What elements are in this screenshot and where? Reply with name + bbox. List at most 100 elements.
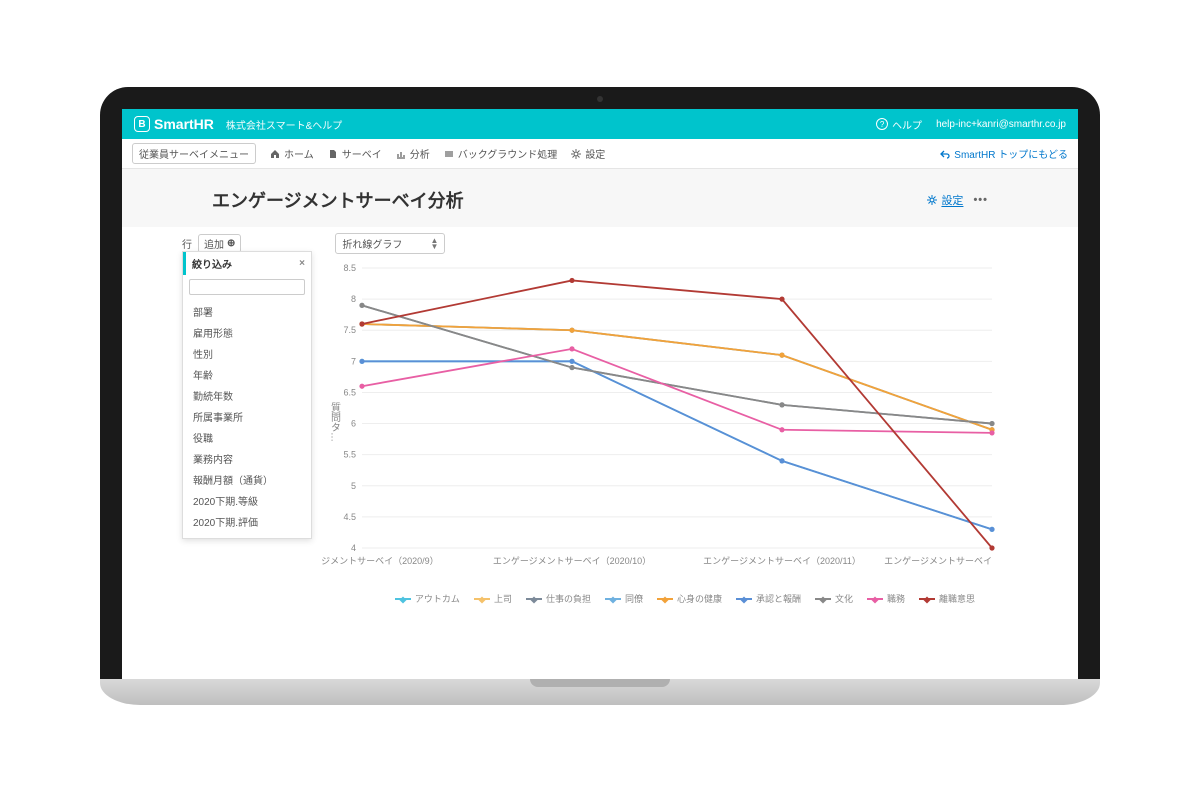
nav-survey-label: サーベイ xyxy=(342,146,382,161)
filter-option[interactable]: 役職 xyxy=(183,427,311,448)
svg-text:エンゲージメントサーベイ: エンゲージメントサーベイ xyxy=(884,555,992,566)
page-title: エンゲージメントサーベイ分析 xyxy=(212,187,464,213)
nav-background-label: バックグラウンド処理 xyxy=(458,146,558,161)
legend-label: 上司 xyxy=(494,592,512,605)
legend-item[interactable]: 職務 xyxy=(867,592,905,605)
row-label: 行 xyxy=(182,236,192,251)
legend-swatch-icon xyxy=(474,598,490,600)
camera-dot xyxy=(597,96,603,102)
legend-label: 心身の健康 xyxy=(677,592,722,605)
stack-icon xyxy=(444,149,454,159)
svg-text:質問タ…: 質問タ… xyxy=(329,401,341,442)
nav-home[interactable]: ホーム xyxy=(270,146,314,161)
chart-legend: アウトカム 上司 仕事の負担 同僚 心身の健康 承認と報酬 文化 職務 離職意思 xyxy=(322,592,1048,605)
nav-settings-label: 設定 xyxy=(585,146,605,161)
svg-text:4.5: 4.5 xyxy=(343,512,356,522)
legend-label: 同僚 xyxy=(625,592,643,605)
legend-item[interactable]: 心身の健康 xyxy=(657,592,722,605)
legend-label: 仕事の負担 xyxy=(546,592,591,605)
legend-swatch-icon xyxy=(919,598,935,600)
close-icon[interactable]: × xyxy=(299,258,305,269)
svg-text:4: 4 xyxy=(351,543,356,553)
svg-text:7.5: 7.5 xyxy=(343,325,356,335)
brand-badge-icon: B xyxy=(134,116,150,132)
filter-option[interactable]: 報酬月額（通貨） xyxy=(183,469,311,490)
legend-swatch-icon xyxy=(736,598,752,600)
filter-option[interactable]: 勤続年数 xyxy=(183,385,311,406)
select-updown-icon: ▲▼ xyxy=(430,238,438,250)
legend-item[interactable]: 仕事の負担 xyxy=(526,592,591,605)
laptop-base xyxy=(100,679,1100,705)
back-to-top-link[interactable]: SmartHR トップにもどる xyxy=(940,146,1068,161)
svg-text:6: 6 xyxy=(351,419,356,429)
nav-analysis-label: 分析 xyxy=(410,146,430,161)
filter-option[interactable]: 雇用形態 xyxy=(183,322,311,343)
legend-label: 離職意思 xyxy=(939,592,975,605)
legend-label: 職務 xyxy=(887,592,905,605)
more-menu-button[interactable]: ••• xyxy=(973,194,988,206)
chart-container: 4 4.5 5 5.5 6 6.5 7 7.5 8 8.5 エンゲージメントサーベイ（2020/9）… xyxy=(322,258,1048,588)
svg-text:8: 8 xyxy=(351,294,356,304)
company-name: 株式会社スマート&ヘルプ xyxy=(226,117,342,132)
help-icon: ? xyxy=(876,118,888,130)
svg-text:エンゲージメントサーベイ（2020/9）: エンゲージメントサーベイ（2020/9） xyxy=(322,555,439,566)
filter-search-input[interactable] xyxy=(189,279,305,295)
svg-text:エンゲージメントサーベイ（2020/11）: エンゲージメントサーベイ（2020/11） xyxy=(703,555,861,566)
legend-item[interactable]: 文化 xyxy=(815,592,853,605)
chart-icon xyxy=(396,149,406,159)
nav-settings[interactable]: 設定 xyxy=(571,146,605,161)
svg-text:5: 5 xyxy=(351,481,356,491)
brand[interactable]: B SmartHR xyxy=(134,116,214,132)
legend-swatch-icon xyxy=(526,598,542,600)
filter-option[interactable]: 所属事業所 xyxy=(183,406,311,427)
legend-swatch-icon xyxy=(395,598,411,600)
filter-option[interactable]: 2020下期.等級 xyxy=(183,490,311,511)
legend-label: 文化 xyxy=(835,592,853,605)
legend-label: 承認と報酬 xyxy=(756,592,801,605)
svg-text:エンゲージメントサーベイ（2020/10）: エンゲージメントサーベイ（2020/10） xyxy=(493,555,651,566)
line-chart[interactable]: 4 4.5 5 5.5 6 6.5 7 7.5 8 8.5 エンゲージメントサーベイ（2020/9）… xyxy=(322,258,1002,588)
nav-background[interactable]: バックグラウンド処理 xyxy=(444,146,558,161)
legend-item[interactable]: アウトカム xyxy=(395,592,460,605)
filter-option[interactable]: 性別 xyxy=(183,343,311,364)
plus-icon: ⊕ xyxy=(227,238,235,249)
svg-text:7: 7 xyxy=(351,356,356,366)
account-email[interactable]: help-inc+kanri@smarthr.co.jp xyxy=(936,119,1066,130)
filter-option[interactable]: 部署 xyxy=(183,301,311,322)
chart-type-value: 折れ線グラフ xyxy=(342,236,402,251)
legend-swatch-icon xyxy=(605,598,621,600)
filter-option[interactable]: 2020下期.評価 xyxy=(183,511,311,532)
laptop-frame: B SmartHR 株式会社スマート&ヘルプ ? ヘルプ help-inc+ka… xyxy=(100,87,1100,705)
filter-option[interactable]: 業務内容 xyxy=(183,448,311,469)
legend-swatch-icon xyxy=(867,598,883,600)
svg-text:5.5: 5.5 xyxy=(343,450,356,460)
chart-type-select[interactable]: 折れ線グラフ ▲▼ xyxy=(335,233,445,254)
svg-text:8.5: 8.5 xyxy=(343,263,356,273)
filter-option-list: 部署雇用形態性別年齢勤続年数所属事業所役職業務内容報酬月額（通貨）2020下期.… xyxy=(183,299,311,538)
survey-menu-button[interactable]: 従業員サーベイメニュー xyxy=(132,143,256,164)
legend-item[interactable]: 同僚 xyxy=(605,592,643,605)
filter-option[interactable]: 年齢 xyxy=(183,364,311,385)
add-row-label: 追加 xyxy=(204,236,224,251)
brand-name: SmartHR xyxy=(154,116,214,132)
nav-home-label: ホーム xyxy=(284,146,314,161)
nav-analysis[interactable]: 分析 xyxy=(396,146,430,161)
svg-text:6.5: 6.5 xyxy=(343,387,356,397)
back-link-label: SmartHR トップにもどる xyxy=(954,146,1068,161)
legend-item[interactable]: 承認と報酬 xyxy=(736,592,801,605)
legend-item[interactable]: 離職意思 xyxy=(919,592,975,605)
filter-popup-title: 絞り込み xyxy=(192,256,232,271)
nav-survey[interactable]: サーベイ xyxy=(328,146,382,161)
main-nav: 従業員サーベイメニュー ホーム サーベイ 分析 バックグラウンド処理 xyxy=(122,139,1078,169)
filter-popup: 絞り込み × 部署雇用形態性別年齢勤続年数所属事業所役職業務内容報酬月額（通貨）… xyxy=(182,251,312,539)
legend-swatch-icon xyxy=(657,598,673,600)
page-settings-label: 設定 xyxy=(941,192,963,208)
filter-popup-header: 絞り込み × xyxy=(183,252,311,275)
help-link[interactable]: ? ヘルプ xyxy=(876,117,922,132)
home-icon xyxy=(270,149,280,159)
app-header: B SmartHR 株式会社スマート&ヘルプ ? ヘルプ help-inc+ka… xyxy=(122,109,1078,139)
legend-item[interactable]: 上司 xyxy=(474,592,512,605)
page-header: エンゲージメントサーベイ分析 設定 ••• xyxy=(122,169,1078,227)
page-settings-link[interactable]: 設定 xyxy=(927,192,963,208)
help-label: ヘルプ xyxy=(892,117,922,132)
